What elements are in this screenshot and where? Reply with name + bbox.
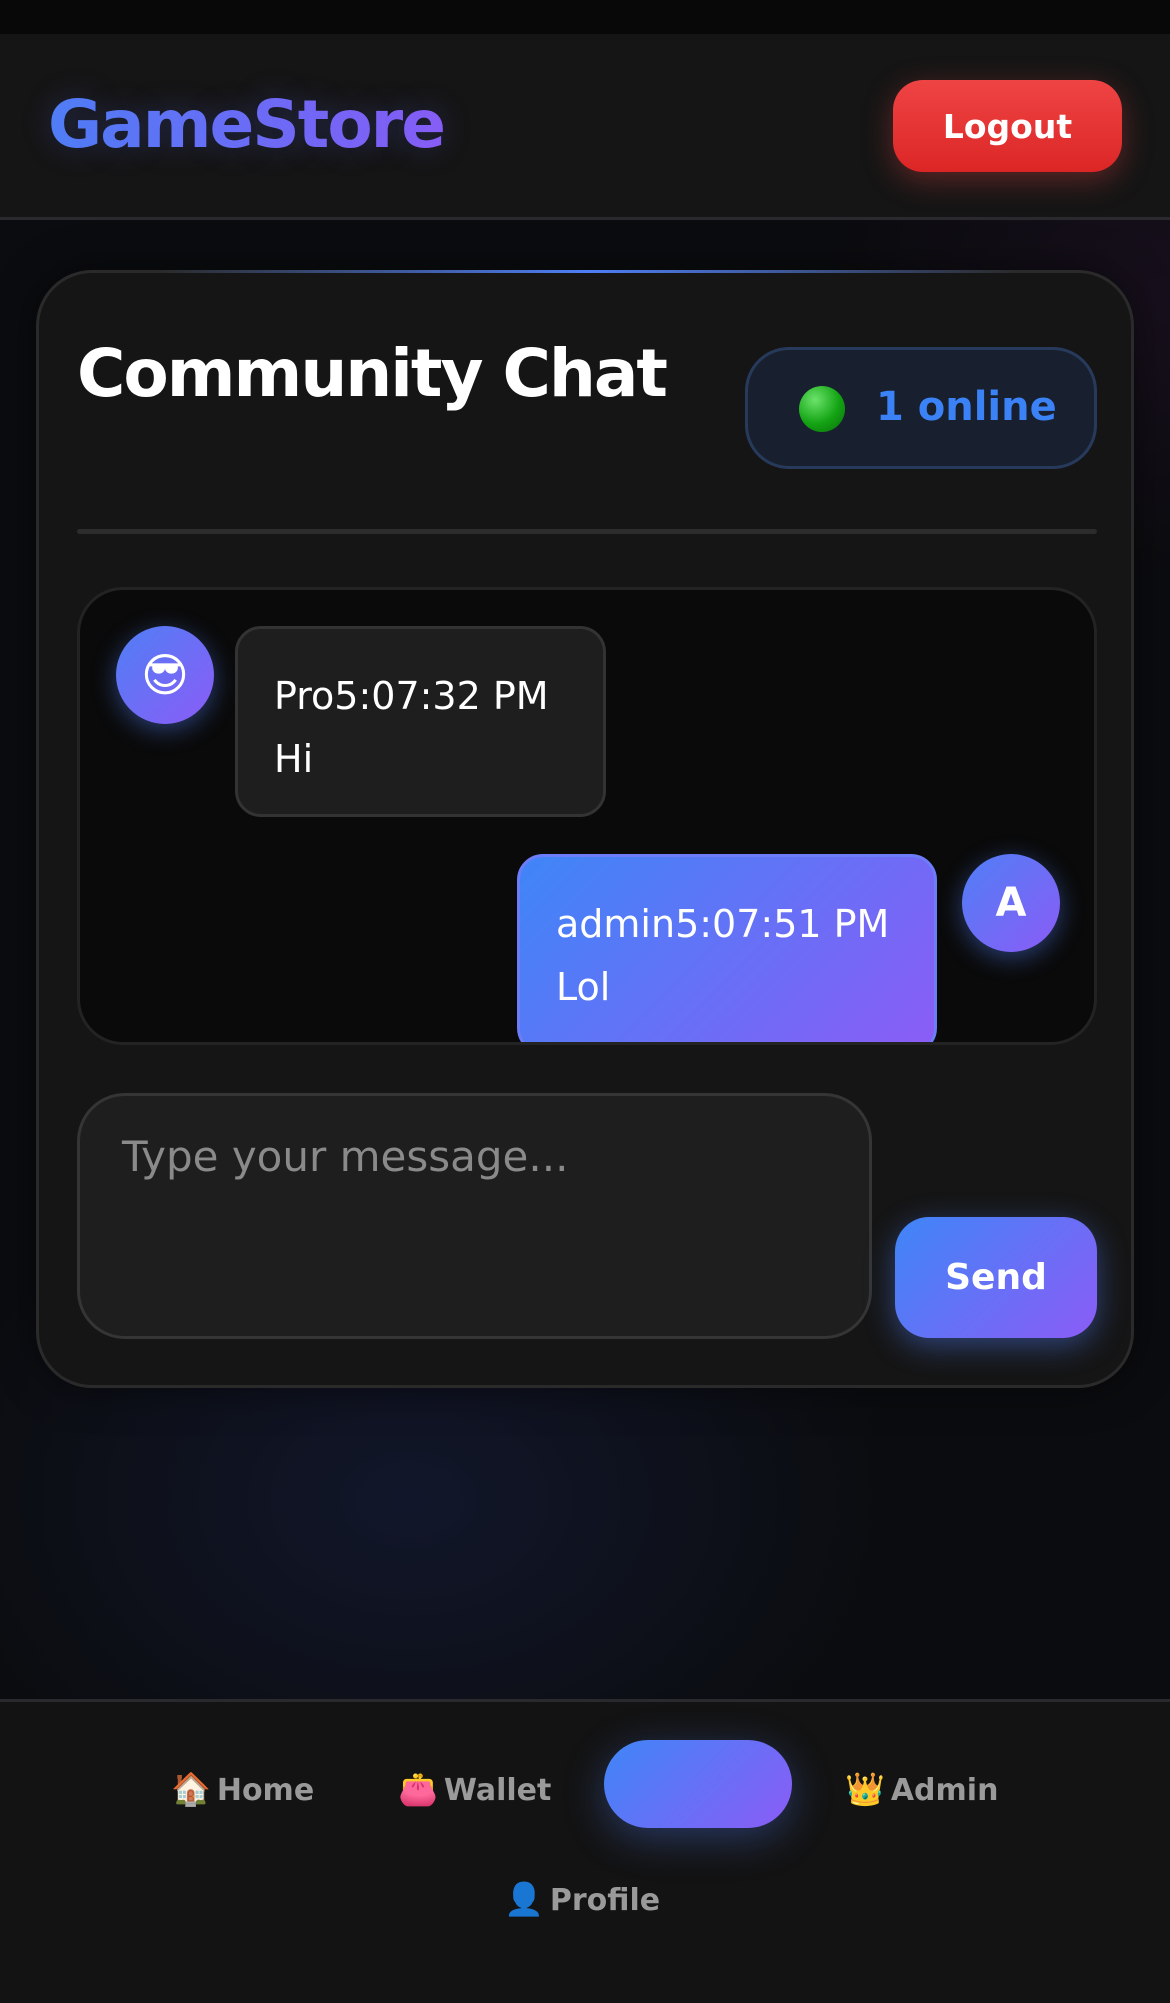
- nav-item-home[interactable]: 🏠 Home: [171, 1770, 314, 1808]
- send-button[interactable]: Send: [895, 1217, 1097, 1338]
- crown-icon: 👑: [845, 1770, 885, 1808]
- app-header: GameStore Logout: [0, 34, 1170, 220]
- nav-item-chat-active[interactable]: [604, 1740, 792, 1828]
- chat-title: Community Chat: [77, 335, 668, 412]
- nav-label: Admin: [890, 1773, 999, 1808]
- nav-label: Wallet: [443, 1773, 552, 1808]
- chat-card: Community Chat 1 online 😎 Pro5:07:32 PM …: [36, 270, 1134, 1388]
- message-input[interactable]: [77, 1093, 872, 1339]
- card-accent-line: [159, 270, 1017, 273]
- brand-logo[interactable]: GameStore: [48, 86, 446, 163]
- own-message-bubble: admin5:07:51 PM Lol: [517, 854, 937, 1042]
- nav-item-admin[interactable]: 👑 Admin: [845, 1770, 998, 1808]
- home-icon: 🏠: [171, 1770, 211, 1808]
- online-dot-icon: [799, 386, 845, 432]
- nav-label: Profile: [549, 1883, 661, 1918]
- status-strip: [0, 0, 1170, 34]
- message-text: Lol: [556, 965, 611, 1009]
- user-avatar: 😎: [116, 626, 214, 724]
- bottom-nav: 🏠 Home 👛 Wallet 👑 Admin 👤 Profile: [0, 1699, 1170, 2003]
- nav-label: Home: [216, 1773, 315, 1808]
- online-status-badge: 1 online: [745, 347, 1097, 469]
- wallet-icon: 👛: [398, 1770, 438, 1808]
- message-text: Hi: [274, 737, 314, 781]
- own-avatar: A: [962, 854, 1060, 952]
- logout-button[interactable]: Logout: [893, 80, 1122, 172]
- profile-icon: 👤: [504, 1880, 544, 1918]
- divider: [77, 529, 1097, 534]
- message-list[interactable]: 😎 Pro5:07:32 PM Hi admin5:07:51 PM Lol A: [77, 587, 1097, 1045]
- nav-item-profile[interactable]: 👤 Profile: [504, 1880, 660, 1918]
- nav-item-wallet[interactable]: 👛 Wallet: [398, 1770, 551, 1808]
- message-header: admin5:07:51 PM: [556, 902, 890, 946]
- message-header: Pro5:07:32 PM: [274, 674, 549, 718]
- message-bubble: Pro5:07:32 PM Hi: [235, 626, 606, 817]
- online-count: 1 online: [876, 384, 1057, 430]
